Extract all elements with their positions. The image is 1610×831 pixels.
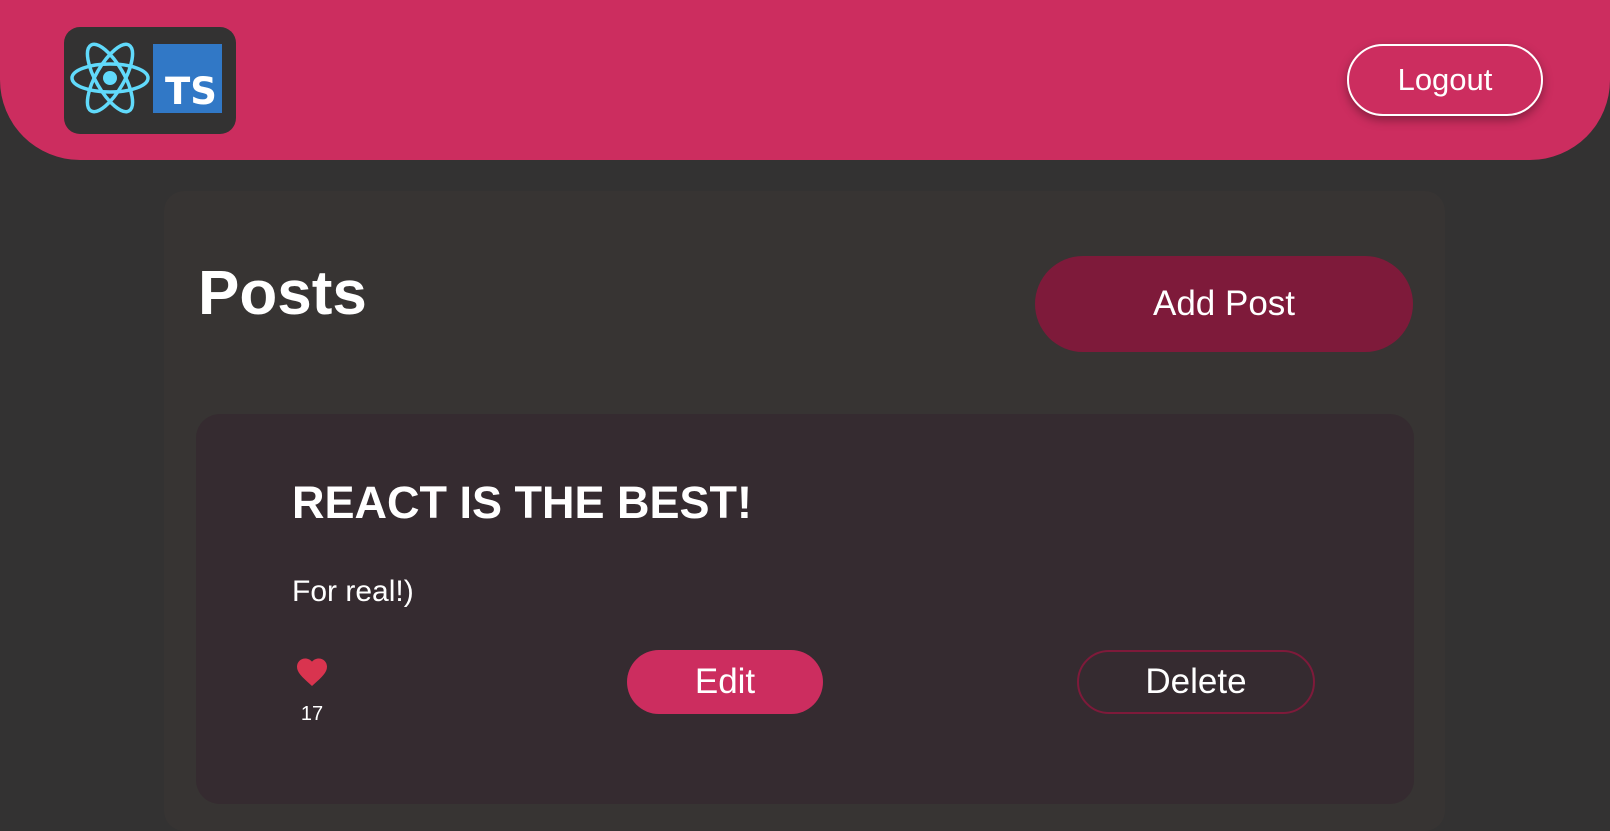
page-title: Posts bbox=[198, 259, 367, 328]
app-header: TS Logout bbox=[0, 0, 1610, 160]
post-title: REACT IS THE BEST! bbox=[292, 477, 753, 528]
edit-button[interactable]: Edit bbox=[627, 650, 823, 714]
post-body: For real!) bbox=[292, 575, 414, 608]
add-post-button[interactable]: Add Post bbox=[1035, 256, 1413, 352]
delete-button[interactable]: Delete bbox=[1077, 650, 1315, 714]
post-card: REACT IS THE BEST! For real!) 17 Edit De… bbox=[196, 414, 1414, 804]
like-button[interactable] bbox=[294, 654, 330, 690]
react-icon bbox=[70, 42, 150, 114]
app-logo: TS bbox=[64, 27, 236, 134]
typescript-icon-label: TS bbox=[165, 70, 217, 113]
posts-panel: Posts Add Post REACT IS THE BEST! For re… bbox=[164, 191, 1445, 831]
typescript-icon: TS bbox=[153, 44, 222, 113]
logout-button[interactable]: Logout bbox=[1347, 44, 1543, 116]
like-count: 17 bbox=[300, 703, 324, 725]
heart-icon bbox=[297, 658, 327, 687]
